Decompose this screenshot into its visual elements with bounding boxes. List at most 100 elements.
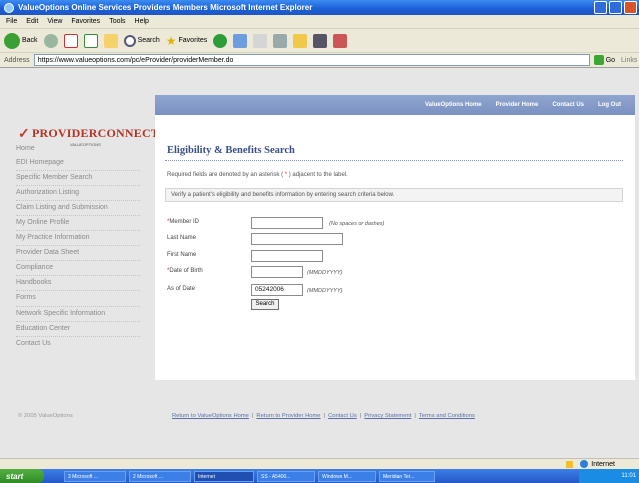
edit-icon[interactable] xyxy=(273,33,288,48)
member-id-label-row: *Member ID xyxy=(167,219,199,225)
search-button[interactable]: Search xyxy=(123,34,160,47)
sidebar-item-handbooks[interactable]: Handbooks xyxy=(16,276,140,292)
footer-link-valueoptions-home[interactable]: Return to ValueOptions Home xyxy=(172,413,249,419)
top-navigation: ValueOptions Home Provider Home Contact … xyxy=(155,95,635,115)
sidebar-item-education-center[interactable]: Education Center xyxy=(16,322,140,337)
as-of-date-hint: (MMDDYYYY) xyxy=(307,288,343,294)
home-icon[interactable] xyxy=(103,33,118,48)
sidebar-item-forms[interactable]: Forms xyxy=(16,291,140,307)
first-name-label: First Name xyxy=(167,252,197,258)
window-titlebar: ValueOptions Online Services Providers M… xyxy=(0,0,639,15)
menu-favorites[interactable]: Favorites xyxy=(71,18,100,25)
address-label: Address xyxy=(4,56,30,64)
back-icon xyxy=(4,32,20,49)
member-id-input[interactable] xyxy=(251,217,323,229)
clock: 11:01 xyxy=(621,473,636,479)
address-input[interactable]: https://www.valueoptions.com/pc/eProvide… xyxy=(33,54,590,66)
links-button[interactable]: Links xyxy=(621,57,637,64)
last-name-input[interactable] xyxy=(251,233,343,245)
sidebar-item-specific-member-search[interactable]: Specific Member Search xyxy=(16,171,140,187)
dob-hint: (MMDDYYYY) xyxy=(307,270,343,276)
logo-checkmark-icon: ✓ xyxy=(18,127,30,142)
search-icon xyxy=(123,34,136,47)
go-button[interactable]: Go xyxy=(593,55,616,65)
sidebar-item-compliance[interactable]: Compliance xyxy=(16,261,140,277)
footer-link-provider-home[interactable]: Return to Provider Home xyxy=(256,413,320,419)
go-arrow-icon xyxy=(593,55,604,65)
taskbar-item[interactable]: Meridian Ter... xyxy=(379,470,435,482)
last-name-label: Last Name xyxy=(167,235,197,241)
nav-provider-home[interactable]: Provider Home xyxy=(496,102,539,108)
copyright: © 2005 ValueOptions xyxy=(18,413,73,419)
favorites-button[interactable]: ★ Favorites xyxy=(166,34,208,48)
messenger-icon[interactable] xyxy=(313,33,328,48)
globe-icon xyxy=(580,460,589,468)
nav-log-out[interactable]: Log Out xyxy=(598,102,621,108)
sidebar-item-authorization-listing[interactable]: Authorization Listing xyxy=(16,186,140,202)
sidebar-item-claim-listing[interactable]: Claim Listing and Submission xyxy=(16,201,140,217)
footer-link-terms[interactable]: Terms and Conditions xyxy=(419,413,475,419)
research-icon[interactable] xyxy=(333,33,348,48)
sidebar-item-network-specific-information[interactable]: Network Specific Information xyxy=(16,307,140,322)
sidebar-item-my-online-profile[interactable]: My Online Profile xyxy=(16,216,140,232)
required-note-post: ) adjacent to the label. xyxy=(288,172,348,178)
menu-file[interactable]: File xyxy=(6,18,17,25)
instructions-box: Verify a patient's eligibility and benef… xyxy=(165,188,623,202)
dob-input[interactable] xyxy=(251,266,303,278)
taskbar-item[interactable]: 2 Microsoft ... xyxy=(129,470,191,482)
as-of-date-label: As of Date xyxy=(167,286,196,292)
as-of-date-input[interactable]: 05242006 xyxy=(251,284,303,296)
footer-link-privacy[interactable]: Privacy Statement xyxy=(364,413,411,419)
page-content: ValueOptions Home Provider Home Contact … xyxy=(0,67,639,458)
sidebar-item-edi-homepage[interactable]: EDI Homepage xyxy=(16,156,140,172)
dob-label: Date of Birth xyxy=(169,268,203,274)
address-bar: Address https://www.valueoptions.com/pc/… xyxy=(0,53,639,67)
system-tray: 11:01 xyxy=(579,469,639,483)
menu-tools[interactable]: Tools xyxy=(109,18,125,25)
print-icon[interactable] xyxy=(253,33,268,48)
search-submit-button[interactable]: Search xyxy=(251,299,279,310)
footer-links: Return to ValueOptions Home | Return to Pr… xyxy=(172,413,475,419)
go-label: Go xyxy=(605,56,616,64)
sidebar-item-home[interactable]: Home xyxy=(16,142,140,156)
first-name-label-row: First Name xyxy=(167,252,196,258)
required-note: Required fields are denoted by an asteri… xyxy=(167,172,348,178)
nav-valueoptions-home[interactable]: ValueOptions Home xyxy=(425,102,482,108)
back-button[interactable]: Back xyxy=(4,32,38,49)
close-button[interactable] xyxy=(624,1,637,14)
taskbar-item[interactable]: Windows M... xyxy=(318,470,376,482)
address-url: https://www.valueoptions.com/pc/eProvide… xyxy=(37,56,234,64)
taskbar-item-active[interactable]: Internet xyxy=(194,470,254,482)
menu-help[interactable]: Help xyxy=(135,18,149,25)
main-panel: Eligibility & Benefits Search Required f… xyxy=(155,115,635,380)
start-button[interactable]: start xyxy=(0,469,44,483)
taskbar-item[interactable]: 3 Microsoft ... xyxy=(64,470,126,482)
menubar: File Edit View Favorites Tools Help xyxy=(0,15,639,29)
star-icon: ★ xyxy=(165,33,177,48)
menu-view[interactable]: View xyxy=(47,18,62,25)
sidebar: Home EDI Homepage Specific Member Search… xyxy=(16,142,140,351)
mail-icon[interactable] xyxy=(233,33,248,48)
dob-label-row: *Date of Birth xyxy=(167,268,203,274)
title-divider xyxy=(165,160,623,161)
member-id-label: Member ID xyxy=(169,219,200,225)
folder-icon[interactable] xyxy=(293,33,308,48)
sidebar-item-provider-data-sheet[interactable]: Provider Data Sheet xyxy=(16,246,140,262)
forward-icon[interactable] xyxy=(43,33,58,48)
security-zone: Internet xyxy=(566,460,615,468)
lock-icon xyxy=(566,460,574,468)
history-icon[interactable] xyxy=(213,33,228,48)
minimize-button[interactable] xyxy=(594,1,607,14)
sidebar-item-my-practice-information[interactable]: My Practice Information xyxy=(16,231,140,247)
nav-contact-us[interactable]: Contact Us xyxy=(552,102,584,108)
footer-link-contact-us[interactable]: Contact Us xyxy=(328,413,357,419)
first-name-input[interactable] xyxy=(251,250,323,262)
refresh-icon[interactable] xyxy=(83,33,98,48)
maximize-button[interactable] xyxy=(609,1,622,14)
taskbar-item[interactable]: SS - A5400... xyxy=(257,470,315,482)
menu-edit[interactable]: Edit xyxy=(26,18,38,25)
required-note-pre: Required fields are denoted by an asteri… xyxy=(167,172,284,178)
stop-icon[interactable] xyxy=(63,33,78,48)
sidebar-item-contact-us[interactable]: Contact Us xyxy=(16,337,140,351)
back-label: Back xyxy=(22,37,38,44)
